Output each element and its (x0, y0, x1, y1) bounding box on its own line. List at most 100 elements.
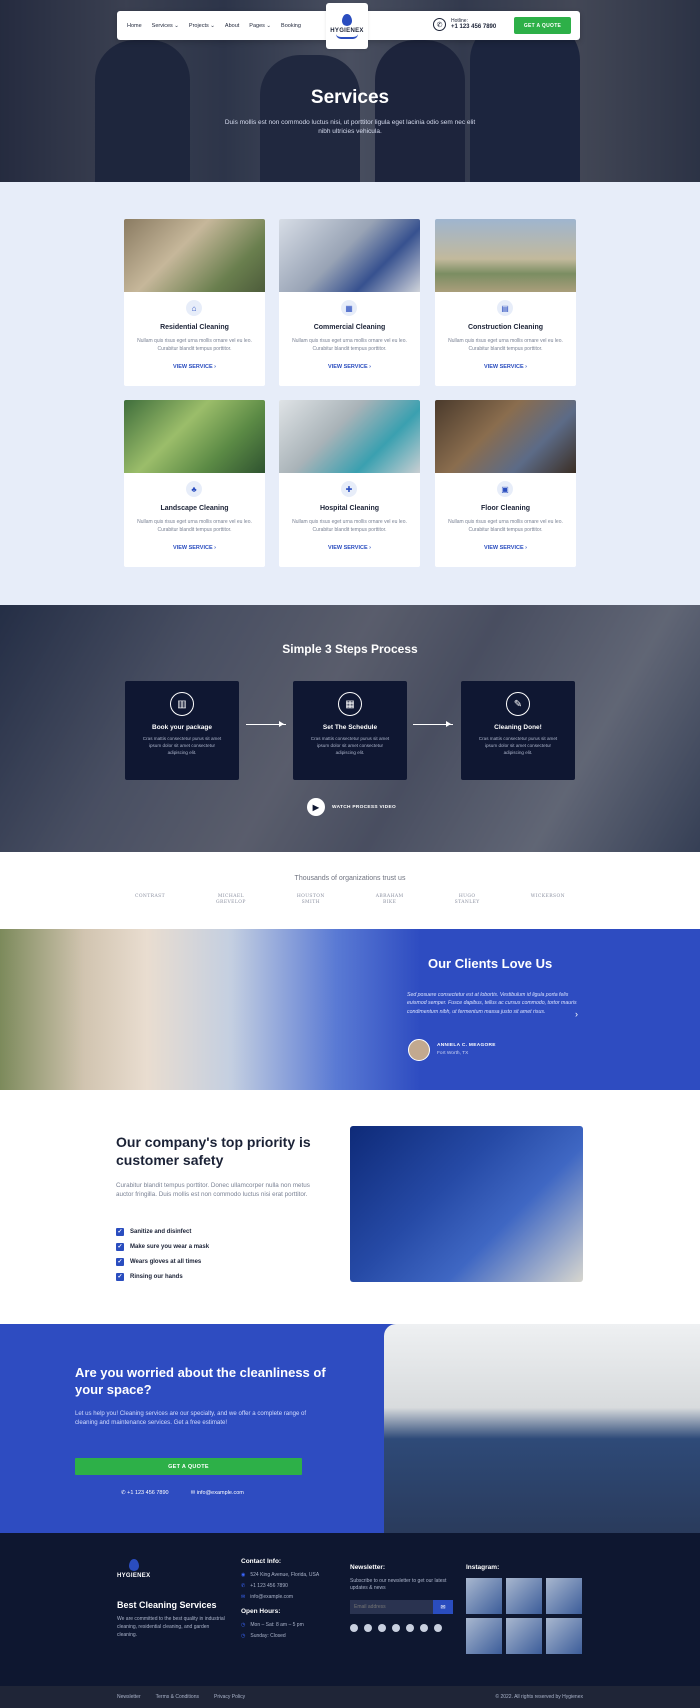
broom-icon: ✎ (506, 692, 530, 716)
safety-section: Our company's top priority is customer s… (0, 1090, 700, 1324)
newsletter-email-input[interactable] (350, 1600, 433, 1615)
view-service-link[interactable]: VIEW SERVICE › (279, 364, 420, 370)
cta-text: Let us help you! Cleaning services are o… (75, 1410, 307, 1427)
instagram-thumbnail[interactable] (466, 1618, 502, 1655)
footer-closed: Sunday: Closed (250, 1633, 286, 1640)
cta-quote-button[interactable]: GET A QUOTE (75, 1458, 302, 1475)
step-title: Cleaning Done! (494, 724, 542, 731)
view-service-link[interactable]: VIEW SERVICE › (279, 545, 420, 551)
service-card[interactable]: ▣ Floor Cleaning Nullam quis risus eget … (435, 400, 576, 567)
whatsapp-icon[interactable] (434, 1624, 442, 1633)
footer-phone[interactable]: +1 123 456 7890 (250, 1583, 288, 1590)
footer-links: Newsletter Terms & Conditions Privacy Po… (117, 1694, 245, 1700)
service-card[interactable]: ♣ Landscape Cleaning Nullam quis risus e… (124, 400, 265, 567)
subscribe-button[interactable]: ✉ (433, 1600, 453, 1615)
phone-icon: ✆ (241, 1583, 246, 1590)
checkbox-icon: ✓ (116, 1227, 124, 1236)
clock-icon: ◷ (241, 1622, 246, 1629)
instagram-icon[interactable] (392, 1624, 400, 1633)
cta-phone[interactable]: ✆ +1 123 456 7890 (121, 1490, 169, 1496)
truck-icon: ▤ (497, 300, 513, 316)
step-text: Cras mattis consectetur purus sit amet i… (478, 736, 558, 755)
step-title: Book your package (152, 724, 212, 731)
service-title: Residential Cleaning (160, 324, 229, 331)
view-service-link[interactable]: VIEW SERVICE › (435, 364, 576, 370)
main-nav: Home Services ⌄ Projects ⌄ About Pages ⌄… (117, 3, 580, 49)
service-card[interactable]: ▤ Construction Cleaning Nullam quis risu… (435, 219, 576, 386)
phone-icon: ✆ (433, 18, 446, 32)
nav-item-about[interactable]: About (225, 23, 239, 29)
chevron-right-icon[interactable]: › (575, 1009, 578, 1019)
service-card[interactable]: ⌂ Residential Cleaning Nullam quis risus… (124, 219, 265, 386)
view-service-link[interactable]: VIEW SERVICE › (124, 545, 265, 551)
trust-section: Thousands of organizations trust us CONT… (0, 852, 700, 929)
list-item-label: Rinsing our hands (130, 1273, 183, 1280)
service-text: Nullam quis risus eget urna mollis ornar… (137, 338, 252, 352)
service-text: Nullam quis risus eget urna mollis ornar… (137, 519, 252, 533)
checkbox-icon: ✓ (116, 1272, 124, 1281)
footer-logo-text: HYGIENEX (117, 1573, 151, 1579)
site-logo[interactable]: HYGIENEX (326, 3, 368, 49)
hotline-number: +1 123 456 7890 (451, 24, 497, 31)
cta-phone-text: +1 123 456 7890 (127, 1490, 169, 1496)
footer-heading: Best Cleaning Services (117, 1600, 217, 1610)
newsletter-text: Subscribe to our newsletter to get our l… (350, 1578, 447, 1592)
instagram-feed: Instagram: (466, 1563, 586, 1655)
cta-email[interactable]: ✉ info@example.com (191, 1490, 244, 1496)
nav-item-services[interactable]: Services ⌄ (152, 23, 179, 29)
view-service-link[interactable]: VIEW SERVICE › (435, 545, 576, 551)
nav-item-booking[interactable]: Booking (281, 23, 301, 29)
instagram-thumbnail[interactable] (506, 1578, 542, 1615)
logo-text: HYGIENEX (330, 27, 364, 34)
nav-contact[interactable]: ✆ Hotline: +1 123 456 7890 (433, 18, 496, 32)
cta-title: Are you worried about the cleanliness of… (75, 1365, 326, 1397)
view-service-link[interactable]: VIEW SERVICE › (124, 364, 265, 370)
list-item: ✓ Wears gloves at all times (116, 1254, 209, 1269)
pinterest-icon[interactable] (420, 1624, 428, 1633)
mail-icon: ✉ (241, 1594, 246, 1601)
nav-item-projects[interactable]: Projects ⌄ (189, 23, 215, 29)
partner-logo: ABRAHAM BIKE (375, 894, 404, 905)
watch-video-button[interactable]: ▶ WATCH PROCESS VIDEO (307, 798, 396, 816)
service-title: Commercial Cleaning (313, 324, 386, 331)
arrow-right-icon (413, 721, 453, 727)
step-title: Set The Schedule (322, 724, 378, 731)
nav-item-home[interactable]: Home (127, 23, 142, 29)
footer-logo[interactable]: HYGIENEX (117, 1559, 150, 1579)
instagram-thumbnail[interactable] (546, 1618, 582, 1655)
newsletter-title: Newsletter: (350, 1564, 386, 1571)
instagram-thumbnail[interactable] (506, 1618, 542, 1655)
footer-link-newsletter[interactable]: Newsletter (117, 1694, 141, 1700)
service-card[interactable]: ✚ Hospital Cleaning Nullam quis risus eg… (279, 400, 420, 567)
safety-image (350, 1126, 583, 1282)
footer-email[interactable]: info@example.com (250, 1594, 293, 1601)
cta-email-text: info@example.com (196, 1490, 244, 1496)
nav-menu: Home Services ⌄ Projects ⌄ About Pages ⌄… (127, 23, 301, 29)
nav-item-pages[interactable]: Pages ⌄ (249, 23, 271, 29)
service-image (124, 219, 265, 292)
service-text: Nullam quis risus eget urna mollis ornar… (448, 519, 563, 533)
get-quote-button[interactable]: GET A QUOTE (514, 17, 571, 34)
instagram-thumbnail[interactable] (466, 1578, 502, 1615)
step-text: Cras mattis consectetur purus sit amet i… (310, 736, 390, 755)
service-title: Landscape Cleaning (160, 505, 229, 512)
twitter-icon[interactable] (364, 1624, 372, 1633)
footer-about: We are committed to the best quality in … (117, 1616, 225, 1638)
service-image (435, 400, 576, 473)
footer-link-terms[interactable]: Terms & Conditions (156, 1694, 199, 1700)
partner-logo: CONTRAST (135, 894, 165, 899)
cta-contact-row: ✆ +1 123 456 7890 ✉ info@example.com (121, 1490, 244, 1496)
contact-info: Contact Info: ◉ 524 King Avenue, Florida,… (241, 1557, 341, 1644)
service-text: Nullam quis risus eget urna mollis ornar… (292, 519, 407, 533)
service-card[interactable]: ▦ Commercial Cleaning Nullam quis risus … (279, 219, 420, 386)
logo-swoosh (336, 34, 358, 39)
footer-bottom-bar: Newsletter Terms & Conditions Privacy Po… (0, 1686, 700, 1708)
youtube-icon[interactable] (378, 1624, 386, 1633)
instagram-thumbnail[interactable] (546, 1578, 582, 1615)
testimonial-title: Our Clients Love Us (428, 956, 553, 971)
footer-link-privacy[interactable]: Privacy Policy (214, 1694, 245, 1700)
linkedin-icon[interactable] (406, 1624, 414, 1633)
arrow-right-icon (246, 721, 286, 727)
testimonial-name: ANNIELA C. MEAGORE (437, 1043, 496, 1048)
facebook-icon[interactable] (350, 1624, 358, 1633)
